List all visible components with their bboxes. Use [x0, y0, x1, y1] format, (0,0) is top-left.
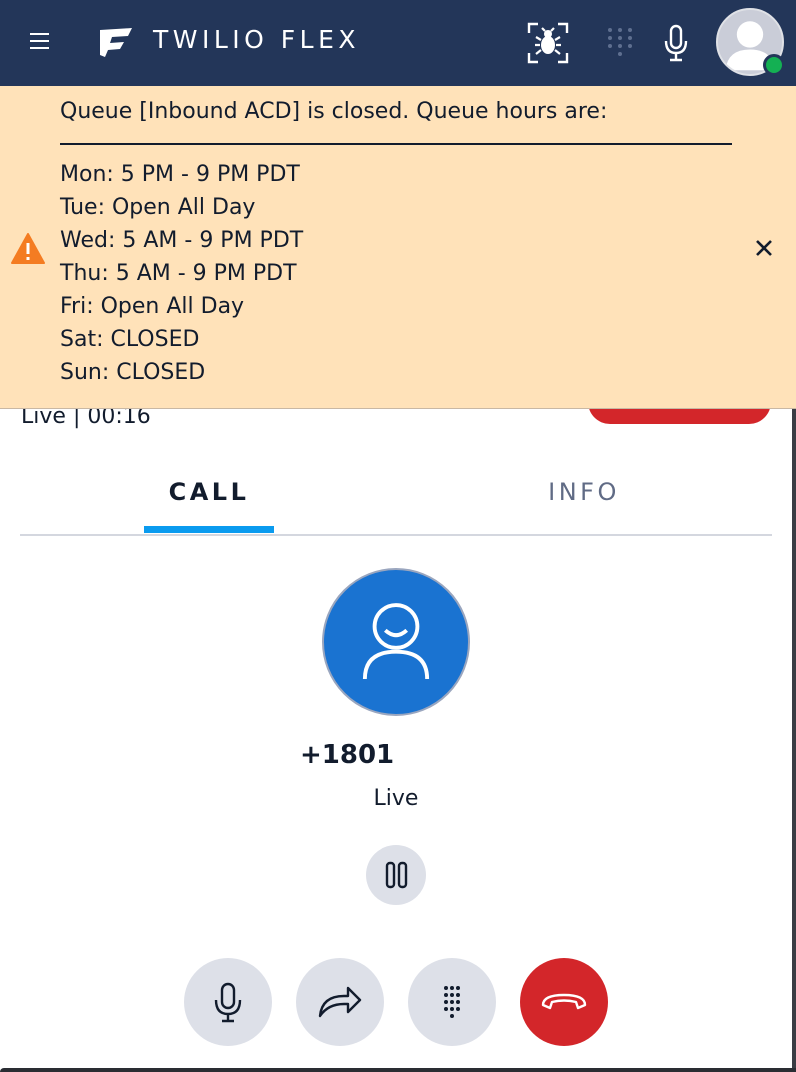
- dialpad-icon[interactable]: [606, 26, 634, 58]
- queue-hours-list: Mon: 5 PM - 9 PM PDT Tue: Open All Day W…: [60, 158, 303, 389]
- hangup-icon: [541, 993, 587, 1010]
- bug-icon[interactable]: [526, 21, 570, 65]
- microphone-icon: [214, 982, 242, 1023]
- page-border-bottom: [0, 1068, 796, 1072]
- caller-avatar: [322, 568, 470, 716]
- hold-button[interactable]: [366, 845, 426, 905]
- hours-fri: Fri: Open All Day: [60, 294, 245, 319]
- banner-title: Queue [Inbound ACD] is closed. Queue hou…: [60, 99, 608, 124]
- hangup-button[interactable]: [520, 958, 608, 1046]
- queue-closed-notification: Queue [Inbound ACD] is closed. Queue hou…: [0, 86, 796, 409]
- warning-icon: [11, 233, 45, 264]
- menu-icon[interactable]: [28, 30, 52, 52]
- transfer-icon: [318, 986, 362, 1018]
- brand-title: TWILIO FLEX: [153, 25, 361, 54]
- transfer-button[interactable]: [296, 958, 384, 1046]
- caller-number: +1801: [300, 740, 395, 770]
- banner-divider: [60, 143, 732, 145]
- twilio-flex-logo: [100, 28, 132, 57]
- hours-sat: Sat: CLOSED: [60, 327, 200, 352]
- hours-tue: Tue: Open All Day: [60, 195, 256, 220]
- hours-thu: Thu: 5 AM - 9 PM PDT: [60, 261, 297, 286]
- dialpad-button[interactable]: [408, 958, 496, 1046]
- page-border-right: [792, 409, 796, 1072]
- presence-indicator: [763, 54, 785, 76]
- hours-mon: Mon: 5 PM - 9 PM PDT: [60, 162, 300, 187]
- top-header: TWILIO FLEX: [0, 0, 796, 86]
- mute-button[interactable]: [184, 958, 272, 1046]
- hours-sun: Sun: CLOSED: [60, 360, 206, 385]
- active-tab-indicator: [144, 526, 274, 533]
- user-icon: [362, 603, 430, 680]
- dialpad-icon: [444, 986, 460, 1018]
- call-status: Live: [373, 786, 419, 811]
- microphone-icon[interactable]: [660, 24, 692, 62]
- tab-call[interactable]: CALL: [144, 478, 274, 518]
- hours-wed: Wed: 5 AM - 9 PM PDT: [60, 228, 304, 253]
- pause-icon: [385, 861, 408, 889]
- tab-info[interactable]: INFO: [520, 478, 648, 518]
- close-icon[interactable]: [750, 234, 778, 262]
- tabs-divider: [20, 534, 772, 536]
